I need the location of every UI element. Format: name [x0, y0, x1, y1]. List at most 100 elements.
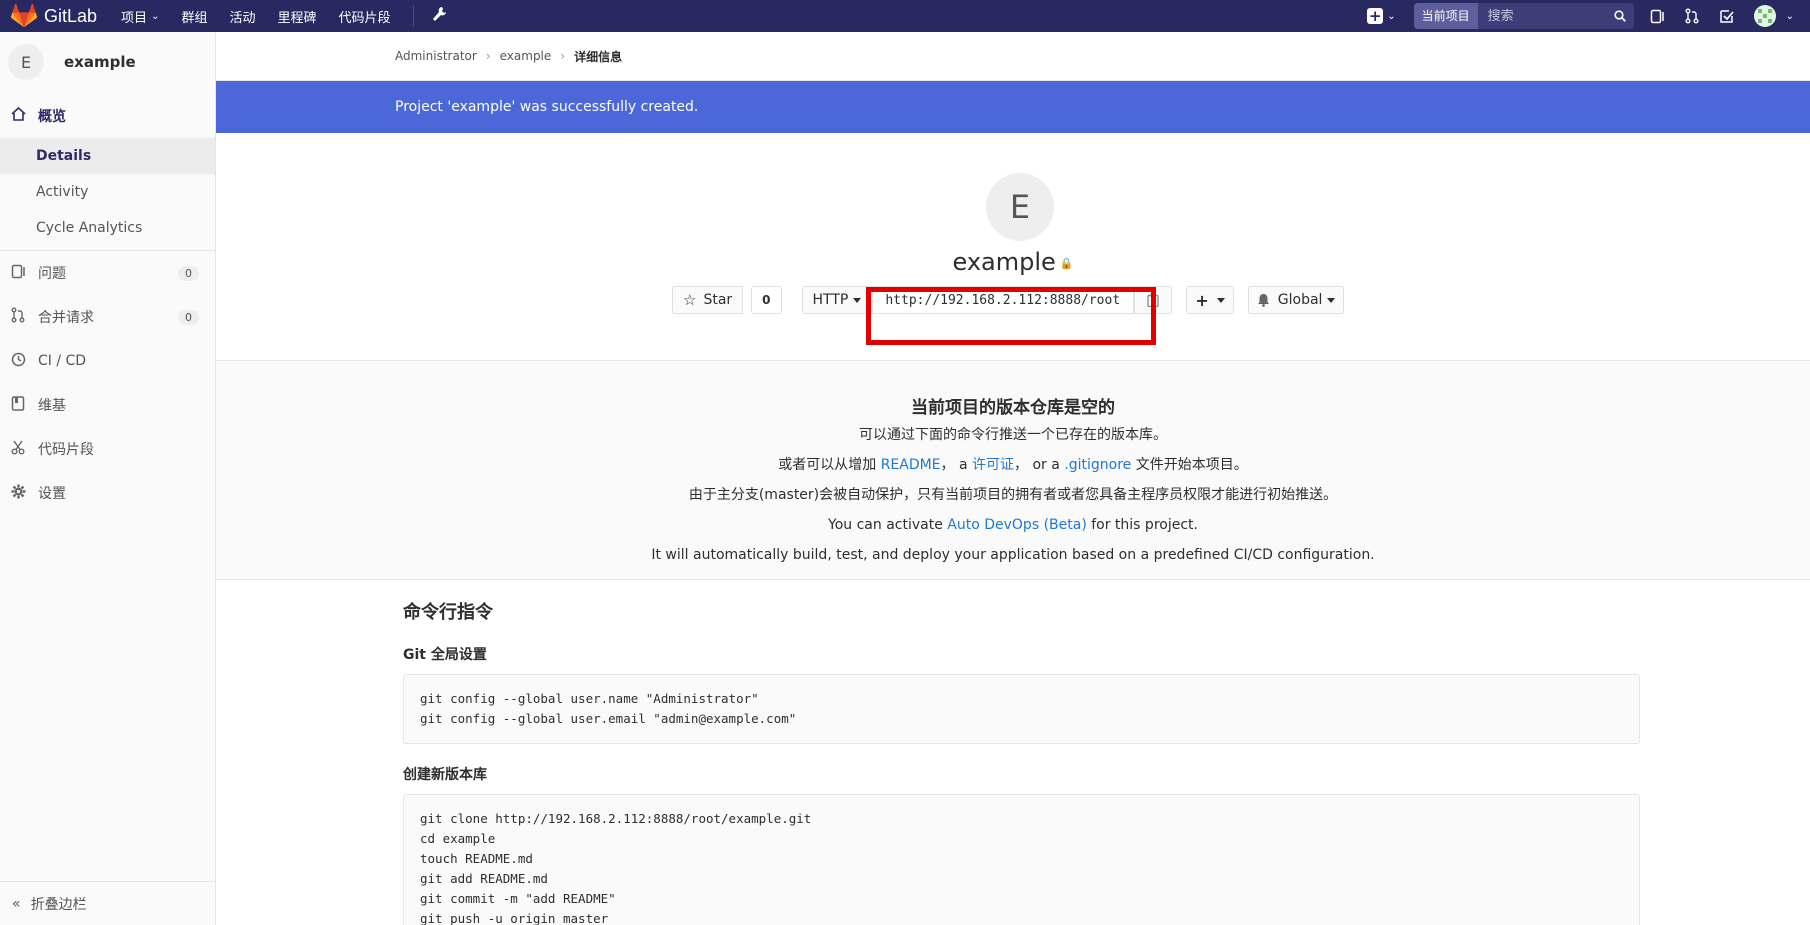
- gitlab-logo-icon: [10, 4, 38, 28]
- sidebar-project-header[interactable]: E example: [0, 32, 215, 92]
- todo-check-icon[interactable]: [1719, 9, 1734, 24]
- git-global-setup-title: Git 全局设置: [403, 647, 487, 663]
- sidebar-item-merge-requests[interactable]: 合并请求 0: [0, 295, 215, 339]
- collapse-sidebar-label: 折叠边栏: [30, 896, 87, 913]
- add-new-dropdown[interactable]: +: [1186, 286, 1234, 314]
- sidebar-item-label: 合并请求: [38, 310, 94, 326]
- nav-projects[interactable]: 项目 ⌄: [121, 7, 159, 26]
- top-navbar: GitLab 项目 ⌄ 群组 活动 里程碑 代码片段 + ⌄ 当前项目 搜索 ⌄: [0, 0, 1810, 32]
- merge-request-icon: [10, 307, 26, 327]
- search-scope-badge[interactable]: 当前项目: [1413, 3, 1478, 29]
- nav-divider: [412, 5, 414, 27]
- search-box: 当前项目: [1413, 3, 1634, 29]
- star-button[interactable]: ☆ Star: [672, 286, 744, 314]
- notification-label: Global: [1277, 292, 1323, 308]
- breadcrumb-example[interactable]: example: [500, 49, 552, 63]
- search-icon: [1614, 10, 1626, 22]
- chevron-down-icon: ⌄: [1387, 10, 1396, 22]
- chevron-down-icon: ⌄: [151, 10, 160, 22]
- sidebar-item-label: 概览: [38, 109, 66, 125]
- chevron-down-icon: ⌄: [1785, 10, 1794, 22]
- clone-protocol-dropdown[interactable]: HTTP: [801, 286, 873, 314]
- caret-down-icon: [1327, 297, 1336, 303]
- top-nav-menu: 项目 ⌄ 群组 活动 里程碑 代码片段: [121, 5, 446, 27]
- star-label: Star: [703, 292, 733, 308]
- gitignore-link[interactable]: .gitignore: [1064, 457, 1131, 473]
- sidebar-item-ci-cd[interactable]: CI / CD: [0, 339, 215, 383]
- empty-repo-line-1: 可以通过下面的命令行推送一个已存在的版本库。: [859, 427, 1167, 443]
- nav-groups[interactable]: 群组: [181, 7, 207, 26]
- nav-snippets[interactable]: 代码片段: [339, 7, 391, 26]
- sidebar-subitem-activity[interactable]: Activity: [0, 174, 215, 210]
- settings-gear-icon: [10, 483, 26, 503]
- issues-count-badge: 0: [178, 265, 199, 281]
- caret-down-icon: [1216, 297, 1225, 303]
- code-line: git config --global user.email "admin@ex…: [420, 711, 797, 726]
- empty-repo-line-4: You can activate Auto DevOps (Beta) for …: [216, 510, 1810, 540]
- breadcrumb: Administrator › example › 详细信息: [216, 32, 1810, 81]
- auto-devops-link[interactable]: Auto DevOps (Beta): [947, 517, 1087, 533]
- main-content: Administrator › example › 详细信息 Project '…: [216, 32, 1810, 925]
- sidebar-item-snippets[interactable]: 代码片段: [0, 427, 215, 471]
- text-segment: You can activate: [828, 517, 948, 533]
- code-line: git config --global user.name "Administr…: [420, 691, 759, 706]
- text-segment: 或者可以从增加: [778, 457, 881, 473]
- breadcrumb-details[interactable]: 详细信息: [574, 48, 622, 65]
- sidebar-project-name: example: [64, 53, 136, 71]
- code-line: cd example: [420, 831, 496, 846]
- create-new-repo-code[interactable]: git clone http://192.168.2.112:8888/root…: [403, 794, 1640, 925]
- create-new-repo-title: 创建新版本库: [403, 767, 487, 783]
- code-line: git commit -m "add README": [420, 891, 616, 906]
- sidebar-item-overview[interactable]: 概览: [0, 94, 215, 138]
- new-dropdown[interactable]: + ⌄: [1367, 8, 1396, 24]
- search-input[interactable]: [1485, 7, 1600, 25]
- sidebar-item-label: 维基: [38, 398, 66, 414]
- nav-activity[interactable]: 活动: [229, 7, 255, 26]
- nav-milestones[interactable]: 里程碑: [277, 7, 316, 26]
- code-line: git clone http://192.168.2.112:8888/root…: [420, 811, 812, 826]
- project-avatar-large: E: [986, 173, 1054, 241]
- project-title: example 🔒: [216, 248, 1810, 276]
- lock-icon: 🔒: [1059, 256, 1074, 270]
- notification-dropdown[interactable]: Global: [1247, 286, 1345, 314]
- git-global-setup-code[interactable]: git config --global user.name "Administr…: [403, 674, 1640, 744]
- breadcrumb-administrator[interactable]: Administrator: [395, 49, 477, 63]
- caret-down-icon: [853, 297, 862, 303]
- ci-cd-icon: [10, 352, 26, 371]
- project-avatar: E: [8, 44, 44, 80]
- gitlab-home-link[interactable]: GitLab: [10, 0, 97, 32]
- code-line: git push -u origin master: [420, 911, 609, 925]
- sidebar-item-issues[interactable]: 问题 0: [0, 251, 215, 295]
- project-title-text: example: [952, 248, 1056, 276]
- nav-right: + ⌄ 当前项目 ⌄: [1367, 0, 1810, 32]
- empty-repo-notice: 当前项目的版本仓库是空的 可以通过下面的命令行推送一个已存在的版本库。 或者可以…: [216, 361, 1810, 580]
- text-segment: ， a: [940, 457, 973, 473]
- cli-title: 命令行指令: [403, 602, 493, 623]
- issues-icon[interactable]: [1650, 9, 1665, 24]
- clone-protocol-label: HTTP: [812, 292, 849, 308]
- chevron-right-icon: ›: [485, 49, 491, 63]
- text-segment: 文件开始本项目。: [1131, 457, 1248, 473]
- clone-url-highlight-box: [866, 287, 1156, 345]
- sidebar-subitem-details[interactable]: Details: [0, 138, 215, 174]
- sidebar-item-label: CI / CD: [38, 353, 87, 369]
- flash-message: Project 'example' was successfully creat…: [395, 99, 699, 115]
- collapse-sidebar-button[interactable]: « 折叠边栏: [0, 881, 215, 925]
- plus-icon: +: [1195, 290, 1209, 310]
- nav-projects-label: 项目: [121, 10, 148, 26]
- sidebar-item-settings[interactable]: 设置: [0, 471, 215, 515]
- admin-area-wrench-icon[interactable]: [432, 6, 446, 26]
- star-count[interactable]: 0: [751, 286, 782, 314]
- user-menu[interactable]: ⌄: [1753, 5, 1794, 27]
- chevron-right-icon: ›: [560, 49, 566, 63]
- home-icon: [10, 106, 26, 125]
- readme-link[interactable]: README: [881, 457, 941, 473]
- wiki-icon: [10, 395, 26, 415]
- merge-request-icon[interactable]: [1685, 8, 1699, 24]
- license-link[interactable]: 许可证: [972, 457, 1014, 473]
- sidebar-subitem-cycle-analytics[interactable]: Cycle Analytics: [0, 210, 215, 246]
- flash-notice: Project 'example' was successfully creat…: [216, 81, 1810, 133]
- code-line: touch README.md: [420, 851, 533, 866]
- code-line: git add README.md: [420, 871, 548, 886]
- sidebar-item-wiki[interactable]: 维基: [0, 383, 215, 427]
